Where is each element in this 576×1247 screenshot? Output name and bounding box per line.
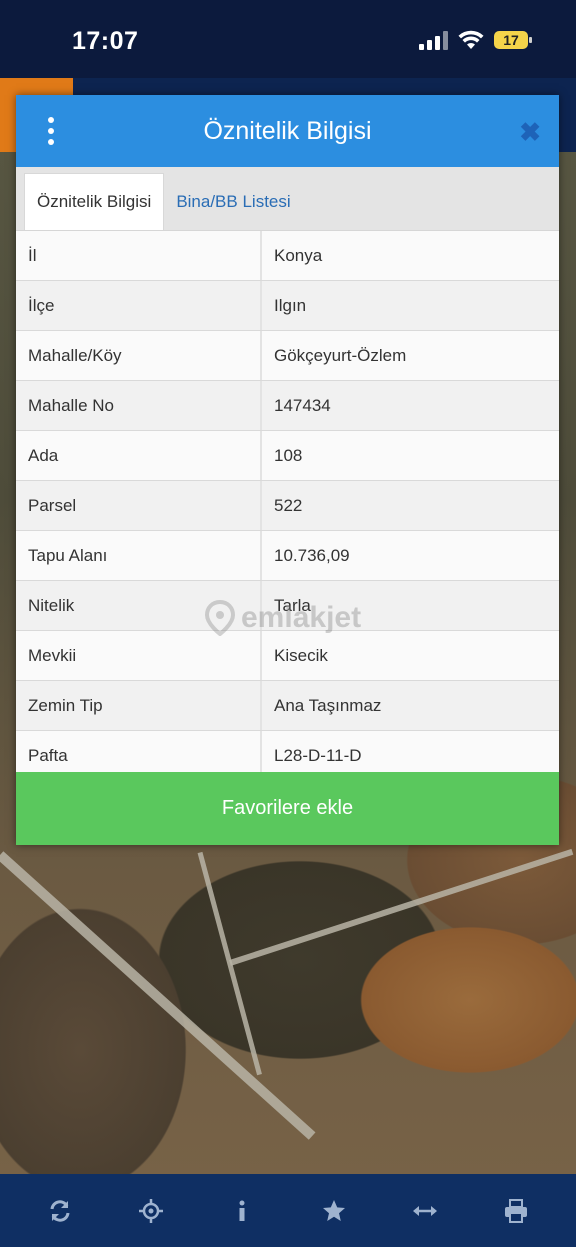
- status-time: 17:07: [72, 27, 139, 55]
- row-value: 147434: [274, 395, 331, 415]
- table-row: Mevkii Kisecik: [16, 631, 559, 681]
- attribute-table: İl Konya İlçe Ilgın Mahalle/Köy Gökçeyurt-Ö…: [16, 231, 559, 781]
- row-key: İlçe: [16, 281, 262, 330]
- row-key: Zemin Tip: [16, 681, 262, 730]
- bottom-toolbar: [0, 1174, 576, 1247]
- attribute-dialog: Öznitelik Bilgisi ✖ Öznitelik Bilgisi Bi…: [16, 95, 559, 845]
- cellular-signal-icon: [419, 30, 448, 50]
- tab-attribute-info[interactable]: Öznitelik Bilgisi: [24, 173, 165, 230]
- watermark: emlakjet: [205, 600, 361, 636]
- status-icons: 17: [419, 30, 532, 50]
- row-key: Mahalle/Köy: [16, 331, 262, 380]
- row-value: Ana Taşınmaz: [274, 695, 382, 715]
- row-value: Konya: [274, 245, 323, 265]
- row-value: 522: [274, 495, 303, 515]
- close-icon[interactable]: ✖: [519, 117, 541, 148]
- battery-icon: 17: [494, 31, 532, 49]
- table-row: İl Konya: [16, 231, 559, 281]
- refresh-icon[interactable]: [42, 1193, 78, 1229]
- dialog-title: Öznitelik Bilgisi: [203, 116, 372, 145]
- row-value: 108: [274, 445, 303, 465]
- locate-icon[interactable]: [133, 1193, 169, 1229]
- table-row: Parsel 522: [16, 481, 559, 531]
- measure-icon[interactable]: [407, 1193, 443, 1229]
- row-key: İl: [16, 231, 262, 280]
- row-value: Kisecik: [274, 645, 328, 665]
- row-key: Mevkii: [16, 631, 262, 680]
- row-key: Tapu Alanı: [16, 531, 262, 580]
- watermark-text: emlakjet: [241, 601, 362, 634]
- add-favorite-button[interactable]: Favorilere ekle: [16, 772, 559, 845]
- table-row: Mahalle No 147434: [16, 381, 559, 431]
- row-key: Ada: [16, 431, 262, 480]
- table-row: Ada 108: [16, 431, 559, 481]
- location-pin-icon: [205, 600, 235, 636]
- row-value: Gökçeyurt-Özlem: [274, 345, 407, 365]
- row-key: Parsel: [16, 481, 262, 530]
- star-icon[interactable]: [316, 1193, 352, 1229]
- wifi-icon: [458, 30, 484, 49]
- table-row: Mahalle/Köy Gökçeyurt-Özlem: [16, 331, 559, 381]
- status-bar: 17:07 17: [0, 0, 576, 78]
- tab-bar: Öznitelik Bilgisi Bina/BB Listesi: [16, 167, 559, 231]
- tab-building-list[interactable]: Bina/BB Listesi: [164, 174, 302, 230]
- row-value: 10.736,09: [274, 545, 350, 565]
- print-icon[interactable]: [498, 1193, 534, 1229]
- table-row: İlçe Ilgın: [16, 281, 559, 331]
- row-key: Mahalle No: [16, 381, 262, 430]
- dialog-header: Öznitelik Bilgisi ✖: [16, 95, 559, 167]
- menu-icon[interactable]: [46, 117, 56, 145]
- info-icon[interactable]: [224, 1193, 260, 1229]
- row-value: Ilgın: [274, 295, 307, 315]
- table-row: Tapu Alanı 10.736,09: [16, 531, 559, 581]
- table-row: Zemin Tip Ana Taşınmaz: [16, 681, 559, 731]
